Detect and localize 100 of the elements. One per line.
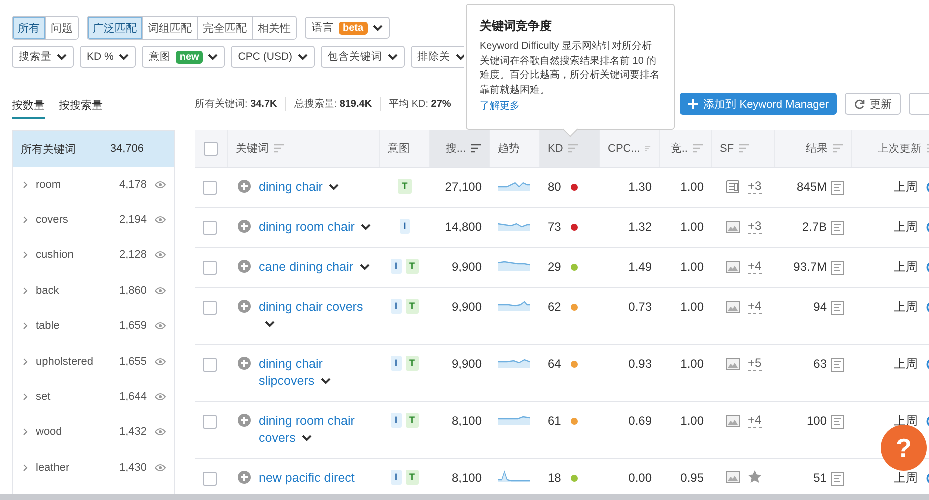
chevron-icon[interactable] (23, 358, 28, 366)
add-icon[interactable] (238, 300, 251, 313)
serp-features-link[interactable]: +4 (748, 299, 762, 314)
select-all-checkbox[interactable] (204, 142, 218, 156)
eye-icon[interactable] (155, 180, 166, 189)
add-icon[interactable] (238, 414, 251, 427)
add-icon[interactable] (238, 260, 251, 273)
row-checkbox[interactable] (203, 301, 217, 315)
sort-icon[interactable] (471, 144, 481, 153)
add-icon[interactable] (238, 357, 251, 370)
group-label[interactable]: table (36, 320, 112, 332)
intent-badge: T (406, 470, 419, 485)
add-icon[interactable] (238, 471, 251, 484)
add-to-manager-button[interactable]: 添加到 Keyword Manager (680, 93, 837, 115)
keyword-link[interactable]: dining room chair covers (259, 413, 375, 447)
column-header[interactable]: 上次更新 (852, 130, 929, 167)
group-count: 1,430 (119, 462, 147, 474)
group-label[interactable]: covers (36, 214, 112, 226)
all-keywords-item[interactable]: 所有关键词 34,706 (13, 131, 174, 167)
column-header[interactable]: 关键词 (228, 130, 380, 167)
serp-icon[interactable] (831, 358, 844, 372)
add-icon[interactable] (238, 220, 251, 233)
filter-dropdown[interactable]: 包含关键词 (320, 46, 405, 68)
serp-features-link[interactable]: +3 (748, 179, 762, 194)
group-count: 1,644 (119, 391, 147, 404)
keyword-link[interactable]: dining room chair (259, 219, 375, 236)
column-header[interactable]: KD (540, 130, 600, 167)
eye-icon[interactable] (155, 322, 166, 330)
column-label: 竞.. (670, 142, 688, 156)
row-checkbox[interactable] (203, 181, 217, 195)
serp-features-link[interactable]: +4 (748, 413, 762, 428)
column-header[interactable]: 搜... (430, 130, 490, 167)
chevron-icon[interactable] (23, 464, 28, 472)
column-header[interactable]: 结果 (775, 130, 852, 167)
eye-icon[interactable] (155, 393, 166, 402)
column-label: 结果 (806, 142, 828, 156)
serp-icon[interactable] (831, 220, 844, 234)
serp-features-link[interactable]: +4 (748, 259, 762, 274)
group-label[interactable]: back (36, 284, 112, 297)
intent-badge: T (406, 413, 419, 428)
learn-more-link[interactable]: 了解更多 (480, 100, 520, 114)
filter-toggle[interactable]: 广泛匹配 (88, 17, 143, 39)
filter-dropdown[interactable]: KD % (80, 46, 136, 68)
sidebar-tab[interactable]: 按搜索量 (59, 90, 103, 119)
chevron-icon[interactable] (23, 251, 28, 260)
filter-dropdown[interactable]: 意图 new (142, 46, 226, 68)
kd-value: 18 (548, 470, 562, 487)
serp-icon[interactable] (831, 180, 844, 194)
row-checkbox[interactable] (203, 261, 217, 275)
column-header[interactable]: SF (712, 130, 775, 167)
serp-features-link[interactable]: +5 (748, 356, 762, 371)
filter-dropdown[interactable]: 排除关 (410, 46, 464, 68)
chevron-icon[interactable] (23, 286, 28, 295)
competition-cell-text: 1.00 (680, 299, 705, 316)
eye-icon[interactable] (155, 358, 166, 366)
eye-icon[interactable] (155, 251, 166, 260)
eye-icon[interactable] (155, 428, 166, 436)
chevron-icon[interactable] (23, 428, 28, 436)
keyword-link[interactable]: dining chair slipcovers (259, 356, 375, 390)
chevron-icon[interactable] (23, 180, 28, 189)
keyword-link[interactable]: dining chair covers (259, 299, 375, 333)
serp-icon[interactable] (831, 260, 844, 274)
filter-dropdown[interactable]: CPC (USD) (231, 46, 315, 68)
group-label[interactable]: wood (36, 426, 112, 438)
group-label[interactable]: cushion (36, 249, 112, 262)
group-label[interactable]: set (36, 391, 112, 404)
row-checkbox[interactable] (203, 221, 217, 235)
results-value: 94 (814, 299, 827, 316)
serp-icon[interactable] (831, 472, 844, 486)
group-label[interactable]: leather (36, 462, 112, 474)
row-checkbox[interactable] (203, 472, 217, 486)
filter-toggle[interactable]: 所有 (13, 17, 46, 39)
language-dropdown[interactable]: 语言 beta (305, 17, 390, 39)
serp-icon[interactable] (831, 414, 844, 428)
toolbar-button[interactable] (909, 93, 929, 115)
eye-icon[interactable] (155, 216, 166, 224)
sidebar-tab[interactable]: 按数量 (12, 90, 45, 119)
row-checkbox[interactable] (203, 358, 217, 372)
results-value: 2.7B (802, 219, 827, 236)
keyword-link[interactable]: dining chair (259, 179, 375, 196)
serp-icon[interactable] (831, 300, 844, 314)
caret-icon (372, 24, 383, 32)
serp-features-link[interactable]: +3 (748, 219, 762, 234)
eye-icon[interactable] (155, 286, 166, 295)
keyword-link[interactable]: cane dining chair (259, 259, 375, 276)
results-value: 100 (806, 413, 827, 430)
group-label: 所有关键词 (21, 142, 76, 156)
add-icon[interactable] (238, 180, 251, 193)
group-label[interactable]: upholstered (36, 356, 112, 368)
page-icon (726, 180, 740, 194)
group-label[interactable]: room (36, 178, 112, 191)
chevron-icon[interactable] (23, 393, 28, 402)
row-checkbox[interactable] (203, 415, 217, 429)
summary-stat: 总搜索量: 819.4K (294, 97, 382, 111)
filter-dropdown[interactable]: 搜索量 (12, 46, 74, 68)
chevron-icon[interactable] (23, 216, 28, 224)
chevron-icon[interactable] (23, 322, 28, 330)
keyword-link[interactable]: new pacific direct (259, 470, 375, 487)
refresh-button[interactable]: 更新 (845, 93, 901, 115)
eye-icon[interactable] (155, 464, 166, 472)
